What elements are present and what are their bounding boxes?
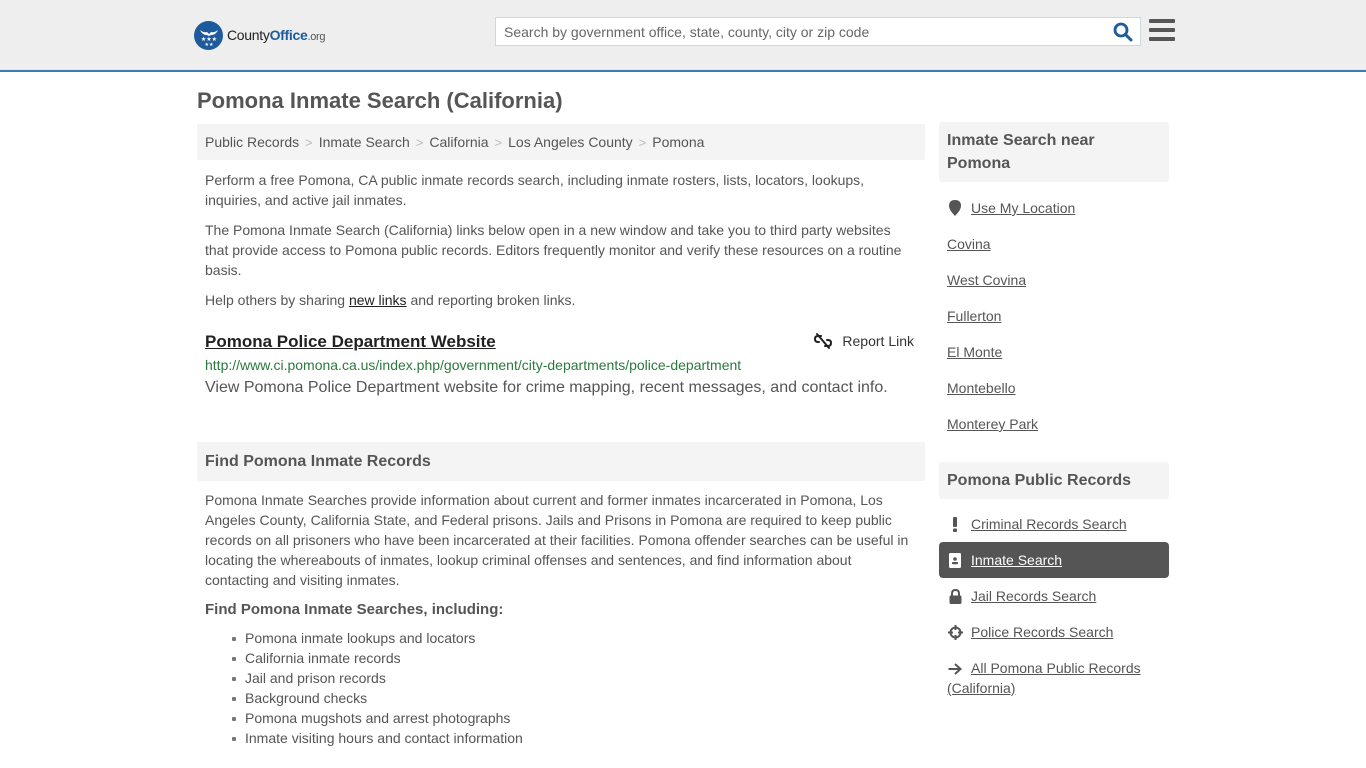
nearby-city-monterey-park[interactable]: Monterey Park bbox=[947, 416, 1038, 432]
resource-link-card: Pomona Police Department Website Report … bbox=[197, 331, 925, 398]
id-badge-icon bbox=[947, 552, 963, 568]
nearby-city-item: Monterey Park bbox=[939, 406, 1169, 442]
new-links-link[interactable]: new links bbox=[349, 292, 407, 308]
nearby-city-item: Montebello bbox=[939, 370, 1169, 406]
report-link-button[interactable]: Report Link bbox=[814, 332, 914, 350]
breadcrumb-separator: > bbox=[305, 134, 313, 150]
search-button[interactable] bbox=[1110, 20, 1136, 44]
intro-p3-text: Help others by sharing bbox=[205, 292, 349, 308]
list-item: Pomona mugshots and arrest photographs bbox=[232, 708, 925, 728]
logo-tld: .org bbox=[307, 31, 326, 43]
nearby-city-item: El Monte bbox=[939, 334, 1169, 370]
sidebar-item-all-public-records[interactable]: All Pomona Public Records (California) bbox=[939, 650, 1169, 698]
intro-paragraph-3: Help others by sharing new links and rep… bbox=[205, 290, 917, 310]
nearby-city-item: Fullerton bbox=[939, 298, 1169, 334]
sidebar-item-police-records[interactable]: Police Records Search bbox=[939, 614, 1169, 650]
intro-text: Perform a free Pomona, CA public inmate … bbox=[197, 170, 925, 310]
public-records-list: Criminal Records Search Inmate Search Ja… bbox=[939, 506, 1169, 698]
list-item: Jail and prison records bbox=[232, 668, 925, 688]
inmate-search-link[interactable]: Inmate Search bbox=[971, 552, 1062, 568]
menu-bar-icon bbox=[1149, 28, 1175, 32]
breadcrumb-separator: > bbox=[638, 134, 647, 150]
nearby-city-west-covina[interactable]: West Covina bbox=[947, 272, 1026, 288]
site-search bbox=[495, 17, 1141, 46]
sidebar-item-inmate-search[interactable]: Inmate Search bbox=[939, 542, 1169, 578]
nearby-city-montebello[interactable]: Montebello bbox=[947, 380, 1016, 396]
menu-bar-icon bbox=[1149, 37, 1175, 41]
menu-bar-icon bbox=[1149, 19, 1175, 23]
page-title: Pomona Inmate Search (California) bbox=[197, 88, 563, 113]
arrow-right-icon bbox=[947, 663, 963, 676]
breadcrumb-public-records[interactable]: Public Records bbox=[205, 134, 299, 150]
list-item: California inmate records bbox=[232, 648, 925, 668]
intro-p3-text-end: and reporting broken links. bbox=[406, 292, 576, 308]
list-item: Inmate visiting hours and contact inform… bbox=[232, 728, 925, 748]
map-marker-icon bbox=[947, 200, 963, 216]
breadcrumb-separator: > bbox=[494, 134, 503, 150]
report-link-label: Report Link bbox=[842, 333, 914, 349]
logo-brand-primary: County bbox=[227, 27, 270, 43]
nearby-city-el-monte[interactable]: El Monte bbox=[947, 344, 1002, 360]
find-searches-subheading: Find Pomona Inmate Searches, including: bbox=[205, 601, 504, 618]
site-header: ★★★ ★★ CountyOffice.org bbox=[0, 0, 1366, 72]
public-records-heading: Pomona Public Records bbox=[939, 462, 1169, 499]
breadcrumb-inmate-search[interactable]: Inmate Search bbox=[319, 134, 410, 150]
eagle-stars-logo-icon: ★★★ ★★ bbox=[194, 20, 223, 50]
sidebar-item-criminal-records[interactable]: Criminal Records Search bbox=[939, 506, 1169, 542]
find-records-body: Pomona Inmate Searches provide informati… bbox=[205, 492, 909, 588]
breadcrumb-los-angeles-county[interactable]: Los Angeles County bbox=[508, 134, 633, 150]
nearby-list: Use My Location Covina West Covina Fulle… bbox=[939, 190, 1169, 442]
site-logo[interactable]: ★★★ ★★ CountyOffice.org bbox=[194, 20, 326, 50]
criminal-records-link[interactable]: Criminal Records Search bbox=[971, 516, 1127, 532]
breadcrumb: Public Records > Inmate Search > Califor… bbox=[197, 124, 925, 160]
broken-link-icon bbox=[814, 333, 833, 349]
jail-records-link[interactable]: Jail Records Search bbox=[971, 588, 1096, 604]
list-item: Background checks bbox=[232, 688, 925, 708]
exclamation-icon bbox=[947, 516, 963, 532]
sidebar-item-jail-records[interactable]: Jail Records Search bbox=[939, 578, 1169, 614]
nearby-heading: Inmate Search near Pomona bbox=[939, 122, 1169, 182]
use-my-location-link[interactable]: Use My Location bbox=[971, 200, 1075, 216]
breadcrumb-current-pomona: Pomona bbox=[652, 134, 705, 150]
svg-text:★★: ★★ bbox=[204, 42, 213, 46]
intro-paragraph-2: The Pomona Inmate Search (California) li… bbox=[205, 222, 902, 278]
nearby-city-covina[interactable]: Covina bbox=[947, 236, 991, 252]
lock-icon bbox=[947, 588, 963, 604]
search-icon bbox=[1113, 22, 1133, 42]
breadcrumb-california[interactable]: California bbox=[429, 134, 488, 150]
nearby-city-item: Covina bbox=[939, 226, 1169, 262]
intro-paragraph-1: Perform a free Pomona, CA public inmate … bbox=[205, 172, 865, 208]
crosshairs-icon bbox=[947, 624, 963, 640]
breadcrumb-separator: > bbox=[415, 134, 424, 150]
use-my-location-item: Use My Location bbox=[939, 190, 1169, 226]
find-records-heading: Find Pomona Inmate Records bbox=[197, 442, 925, 481]
police-records-link[interactable]: Police Records Search bbox=[971, 624, 1113, 640]
logo-brand-accent: Office bbox=[269, 27, 308, 43]
sidebar: Inmate Search near Pomona Use My Locatio… bbox=[939, 122, 1169, 698]
nearby-city-fullerton[interactable]: Fullerton bbox=[947, 308, 1001, 324]
logo-text: CountyOffice.org bbox=[227, 27, 326, 43]
main-content: Public Records > Inmate Search > Califor… bbox=[197, 124, 925, 748]
resource-link-description: View Pomona Police Department website fo… bbox=[205, 379, 888, 396]
resource-link-url: http://www.ci.pomona.ca.us/index.php/gov… bbox=[205, 357, 742, 373]
all-public-records-link[interactable]: All Pomona Public Records (California) bbox=[947, 660, 1141, 696]
nearby-city-item: West Covina bbox=[939, 262, 1169, 298]
hamburger-menu-button[interactable] bbox=[1149, 19, 1175, 43]
resource-link-title[interactable]: Pomona Police Department Website bbox=[205, 331, 496, 353]
list-item: Pomona inmate lookups and locators bbox=[232, 628, 925, 648]
search-input[interactable] bbox=[496, 18, 1096, 45]
search-types-list: Pomona inmate lookups and locators Calif… bbox=[197, 628, 925, 748]
